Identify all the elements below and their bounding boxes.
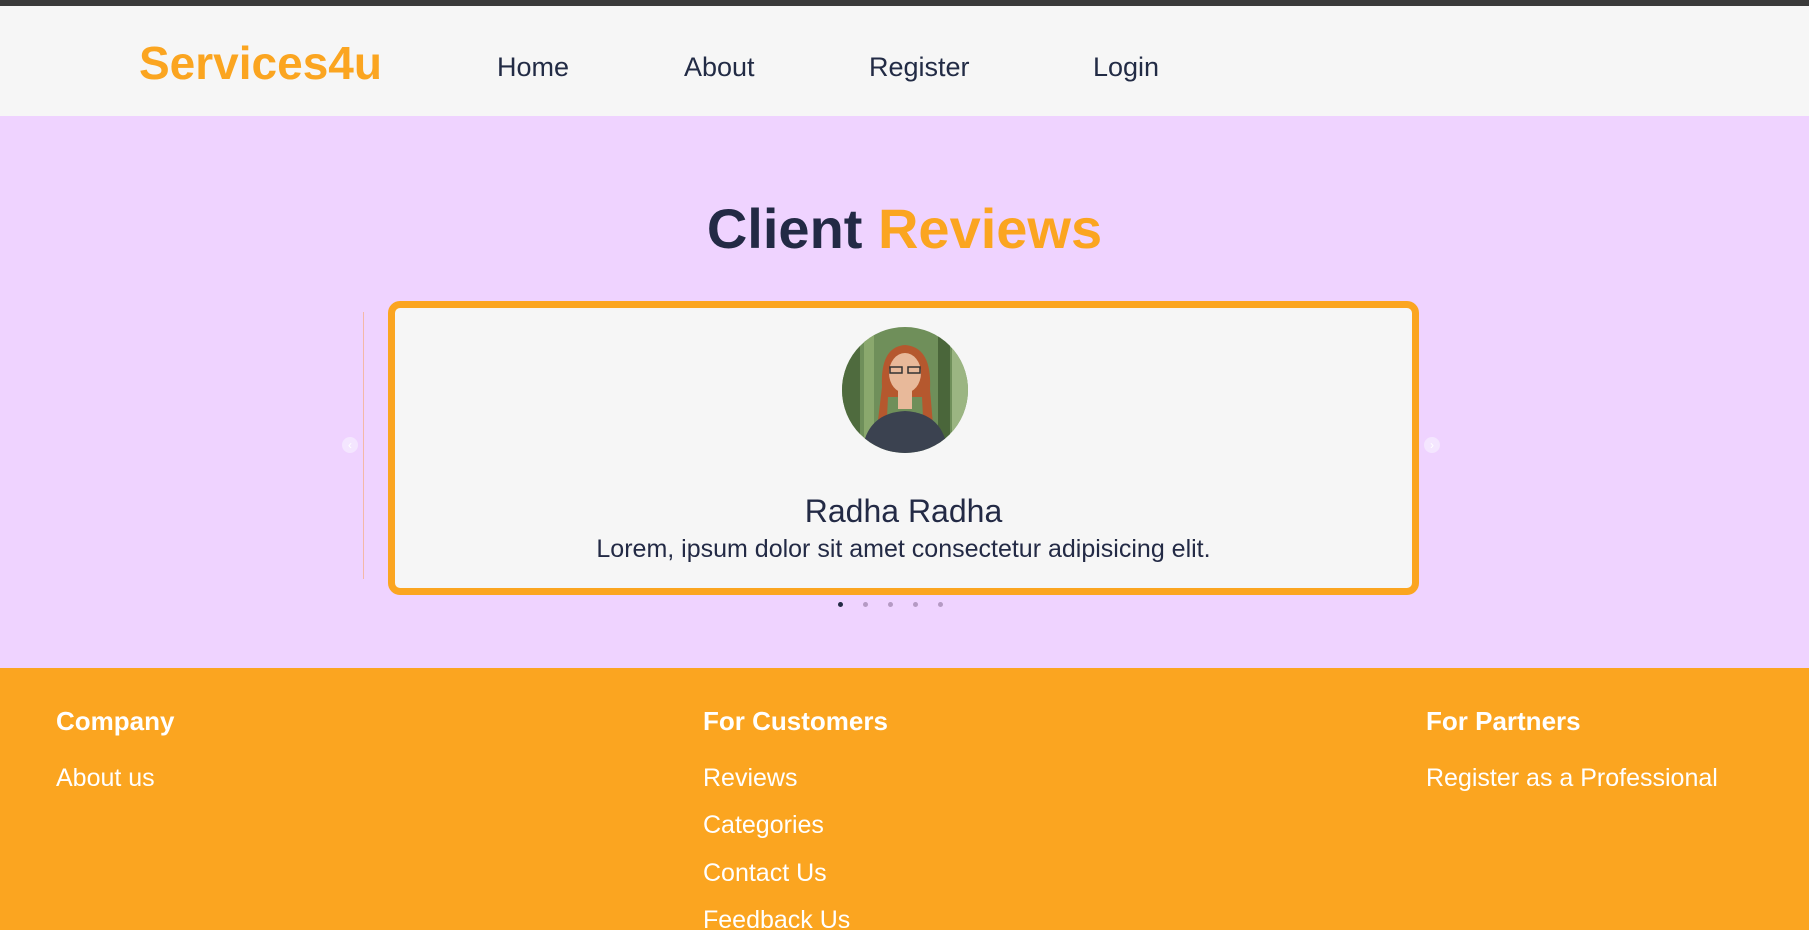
nav-login[interactable]: Login xyxy=(1093,52,1159,83)
carousel-dot-1[interactable] xyxy=(838,602,843,607)
footer-heading-partners: For Partners xyxy=(1426,706,1581,736)
footer-link-contact-us[interactable]: Contact Us xyxy=(703,859,827,888)
footer-link-about-us[interactable]: About us xyxy=(56,764,155,793)
carousel-next-icon[interactable]: › xyxy=(1424,437,1440,453)
carousel-prev-icon[interactable]: ‹ xyxy=(342,437,358,453)
client-avatar xyxy=(842,327,968,453)
carousel-dot-3[interactable] xyxy=(888,602,893,607)
section-title: Client Reviews xyxy=(0,196,1809,261)
site-footer: Company About us For Customers Reviews C… xyxy=(0,668,1809,930)
footer-link-register-professional[interactable]: Register as a Professional xyxy=(1426,764,1718,793)
nav-about[interactable]: About xyxy=(684,52,755,83)
carousel-edge-line xyxy=(363,312,364,579)
client-reviews-section: Client Reviews ‹ › Radha Radha Lorem, ip… xyxy=(0,116,1809,668)
footer-heading-company: Company xyxy=(56,706,175,736)
section-title-part1: Client xyxy=(706,197,863,260)
client-name: Radha Radha xyxy=(804,493,1003,529)
review-card: Radha Radha Lorem, ipsum dolor sit amet … xyxy=(388,301,1419,595)
footer-heading-customers: For Customers xyxy=(703,706,888,736)
section-title-part2: Reviews xyxy=(877,197,1103,260)
carousel-dot-2[interactable] xyxy=(863,602,868,607)
carousel-dot-5[interactable] xyxy=(938,602,943,607)
site-logo[interactable]: Services4u xyxy=(139,36,382,90)
site-header: Services4u Home About Register Login xyxy=(0,6,1809,116)
nav-home[interactable]: Home xyxy=(497,52,569,83)
footer-link-reviews[interactable]: Reviews xyxy=(703,764,797,793)
footer-link-categories[interactable]: Categories xyxy=(703,811,824,840)
footer-link-feedback-us[interactable]: Feedback Us xyxy=(703,906,850,930)
carousel-dot-4[interactable] xyxy=(913,602,918,607)
review-text: Lorem, ipsum dolor sit amet consectetur … xyxy=(596,535,1211,563)
nav-register[interactable]: Register xyxy=(869,52,970,83)
